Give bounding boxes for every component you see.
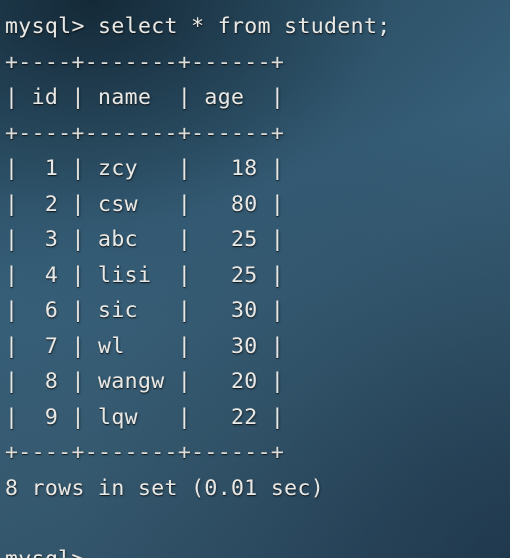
terminal-window[interactable]: mysql> select * from student; +----+----… [0, 0, 510, 558]
table-row: | 8 | wangw | 20 | [5, 369, 285, 394]
terminal-screen[interactable]: mysql> select * from student; +----+----… [0, 0, 510, 558]
table-header-row: | id | name | age | [5, 85, 285, 110]
table-header-border: +----+-------+------+ [5, 120, 285, 146]
result-status-line: 8 rows in set (0.01 sec) [5, 475, 325, 501]
table-row: | 7 | wl | 30 | [5, 333, 285, 359]
command-line: mysql> select * from student; [5, 14, 391, 39]
table-row: | 9 | lqw | 22 | [5, 404, 285, 430]
table-row: | 6 | sic | 30 | [5, 298, 285, 323]
table-row: | 1 | zcy | 18 | [5, 156, 285, 181]
prompt-line[interactable]: mysql> [5, 542, 510, 558]
table-row: | 4 | lisi | 25 | [5, 262, 285, 288]
table-row: | 2 | csw | 80 | [5, 191, 285, 217]
table-row: | 3 | abc | 25 | [5, 227, 285, 252]
table-bottom-border: +----+-------+------+ [5, 440, 285, 465]
table-top-border: +----+-------+------+ [5, 49, 285, 75]
